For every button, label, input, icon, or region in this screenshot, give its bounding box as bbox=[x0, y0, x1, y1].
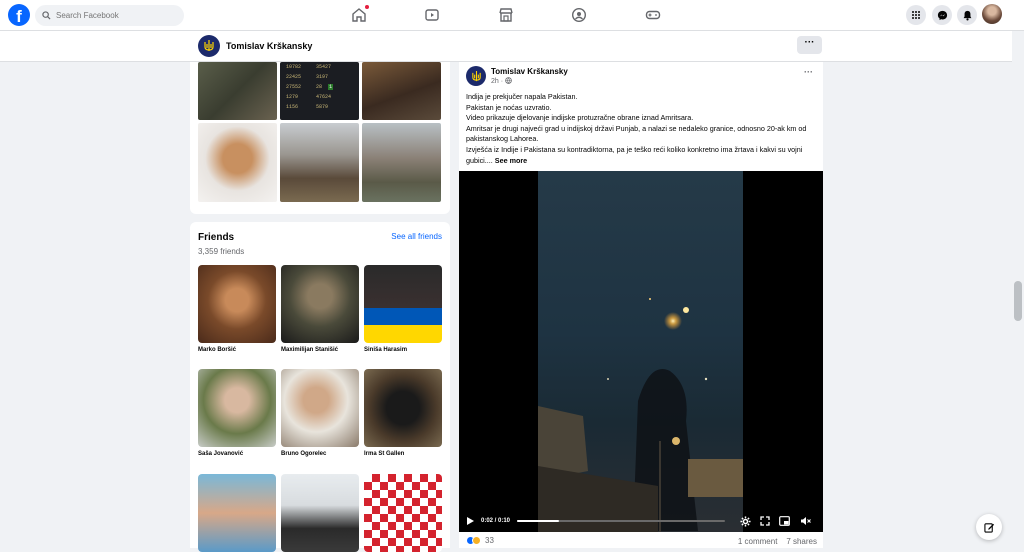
play-icon[interactable] bbox=[466, 516, 475, 526]
messenger-icon[interactable] bbox=[932, 5, 952, 25]
comments-count-link[interactable]: 1 comment bbox=[738, 537, 778, 546]
groups-icon[interactable] bbox=[570, 6, 588, 24]
video-progress-bar[interactable] bbox=[517, 520, 725, 522]
friend-item[interactable]: Marko Boršić bbox=[198, 265, 276, 353]
menu-grid-icon[interactable] bbox=[906, 5, 926, 25]
friend-item[interactable]: Bruno Ogorelec bbox=[281, 369, 359, 457]
trident-emblem-icon bbox=[471, 70, 481, 81]
friend-photo[interactable] bbox=[198, 265, 276, 343]
stats-badge: 1 bbox=[328, 84, 334, 90]
trident-emblem-icon bbox=[204, 40, 214, 51]
friend-item[interactable]: Siniša Harasim bbox=[364, 265, 442, 353]
friend-photo[interactable] bbox=[364, 369, 442, 447]
friend-photo[interactable] bbox=[281, 369, 359, 447]
picture-in-picture-icon[interactable] bbox=[778, 515, 790, 527]
profile-sticky-header: Tomislav Krškansky ··· bbox=[0, 31, 1012, 62]
top-navigation-bar: f bbox=[0, 0, 1024, 31]
post-time-text: 2h · bbox=[491, 78, 504, 85]
facebook-logo[interactable]: f bbox=[8, 4, 30, 26]
stats-row: 22425 3197 bbox=[286, 74, 329, 80]
friend-item[interactable]: Saša Jovanović bbox=[198, 369, 276, 457]
compose-icon bbox=[983, 522, 994, 533]
search-icon bbox=[42, 11, 51, 20]
photo-thumbnail[interactable] bbox=[280, 123, 359, 202]
friend-name[interactable]: Irma St Gallen bbox=[364, 451, 442, 457]
friend-photo[interactable] bbox=[198, 474, 276, 552]
search-input[interactable] bbox=[56, 11, 176, 20]
search-box[interactable] bbox=[35, 5, 184, 26]
post-author-name[interactable]: Tomislav Krškansky bbox=[491, 67, 568, 76]
home-notification-dot bbox=[365, 5, 369, 9]
video-progress-fill bbox=[517, 520, 559, 522]
photo-thumbnail[interactable] bbox=[362, 123, 441, 202]
post-text-line: Amritsar je drugi najveći grad u indijsk… bbox=[466, 123, 807, 144]
new-message-button[interactable] bbox=[976, 514, 1002, 540]
friends-count: 3,359 friends bbox=[198, 247, 245, 256]
photo-thumbnail[interactable] bbox=[362, 62, 441, 120]
friend-item[interactable] bbox=[364, 474, 442, 552]
video-controls: 0:02 / 0:10 bbox=[459, 510, 823, 532]
post-text-line: Video prikazuje djelovanje indijske prot… bbox=[466, 113, 694, 123]
friend-name[interactable]: Marko Boršić bbox=[198, 347, 276, 353]
gaming-icon[interactable] bbox=[644, 6, 662, 24]
settings-gear-icon[interactable] bbox=[739, 515, 751, 527]
stats-row: 1156 5879 bbox=[286, 104, 329, 110]
friends-title[interactable]: Friends bbox=[198, 232, 234, 243]
post-author-avatar[interactable] bbox=[466, 66, 486, 86]
profile-name[interactable]: Tomislav Krškansky bbox=[226, 41, 312, 51]
video-time: 0:02 / 0:10 bbox=[481, 518, 511, 524]
photo-thumbnail[interactable] bbox=[198, 123, 277, 202]
post-text-line: Pakistan je noćas uzvratio. bbox=[466, 102, 552, 112]
stats-row: 27552 28 1 bbox=[286, 84, 334, 90]
post-stats: 1 comment 7 shares bbox=[738, 537, 817, 546]
see-more-link[interactable]: See more bbox=[495, 156, 527, 165]
profile-avatar[interactable] bbox=[982, 4, 1002, 24]
see-all-friends-link[interactable]: See all friends bbox=[391, 232, 442, 241]
profile-avatar-small[interactable] bbox=[198, 35, 220, 57]
care-reaction-icon bbox=[472, 536, 481, 545]
home-icon[interactable] bbox=[350, 5, 369, 24]
stats-table: 10782 35427 22425 3197 27552 28 1 1279 4… bbox=[286, 62, 354, 112]
profile-more-button[interactable]: ··· bbox=[797, 36, 822, 54]
friend-name[interactable]: Saša Jovanović bbox=[198, 451, 276, 457]
page-scrollbar[interactable] bbox=[1012, 31, 1024, 548]
friend-item[interactable] bbox=[281, 474, 359, 552]
video-scene bbox=[538, 298, 743, 532]
fullscreen-icon[interactable] bbox=[759, 515, 771, 527]
post-text: Indija je prekjučer napala Pakistan. Pak… bbox=[466, 92, 816, 166]
reaction-count: 33 bbox=[485, 536, 494, 545]
post-timestamp[interactable]: 2h · bbox=[491, 77, 512, 85]
friend-name[interactable]: Siniša Harasim bbox=[364, 347, 442, 353]
friend-photo[interactable] bbox=[364, 265, 442, 343]
photo-thumbnail[interactable] bbox=[198, 62, 277, 120]
video-frame bbox=[538, 171, 743, 532]
post-text-line: Indija je prekjučer napala Pakistan. bbox=[466, 92, 578, 101]
scrollbar-thumb[interactable] bbox=[1014, 281, 1022, 321]
notifications-icon[interactable] bbox=[957, 5, 977, 25]
video-player[interactable]: 0:02 / 0:10 bbox=[459, 171, 823, 532]
friends-card: Friends 3,359 friends See all friends Ma… bbox=[190, 222, 450, 552]
friend-item[interactable] bbox=[198, 474, 276, 552]
friend-photo[interactable] bbox=[364, 474, 442, 552]
post-card: Tomislav Krškansky 2h · ··· Indija je pr… bbox=[459, 62, 823, 548]
friend-name[interactable]: Maximilijan Stanišić bbox=[281, 347, 359, 353]
photo-thumbnail-stats[interactable]: 10782 35427 22425 3197 27552 28 1 1279 4… bbox=[280, 62, 359, 120]
shares-count-link[interactable]: 7 shares bbox=[786, 537, 817, 546]
marketplace-icon[interactable] bbox=[497, 6, 515, 24]
friend-item[interactable]: Maximilijan Stanišić bbox=[281, 265, 359, 353]
friend-photo[interactable] bbox=[198, 369, 276, 447]
post-options-button[interactable]: ··· bbox=[804, 67, 813, 77]
photos-card: 10782 35427 22425 3197 27552 28 1 1279 4… bbox=[190, 62, 450, 214]
stats-row: 1279 47624 bbox=[286, 94, 332, 100]
stats-row: 10782 35427 bbox=[286, 64, 332, 70]
facebook-logo-letter: f bbox=[16, 7, 22, 26]
friend-name[interactable]: Bruno Ogorelec bbox=[281, 451, 359, 457]
video-icon[interactable] bbox=[423, 6, 441, 24]
friend-photo[interactable] bbox=[281, 474, 359, 552]
reactions-summary[interactable]: 33 bbox=[466, 536, 494, 545]
globe-icon bbox=[505, 77, 512, 84]
volume-muted-icon[interactable] bbox=[799, 515, 811, 527]
friend-photo[interactable] bbox=[281, 265, 359, 343]
friend-item[interactable]: Irma St Gallen bbox=[364, 369, 442, 457]
